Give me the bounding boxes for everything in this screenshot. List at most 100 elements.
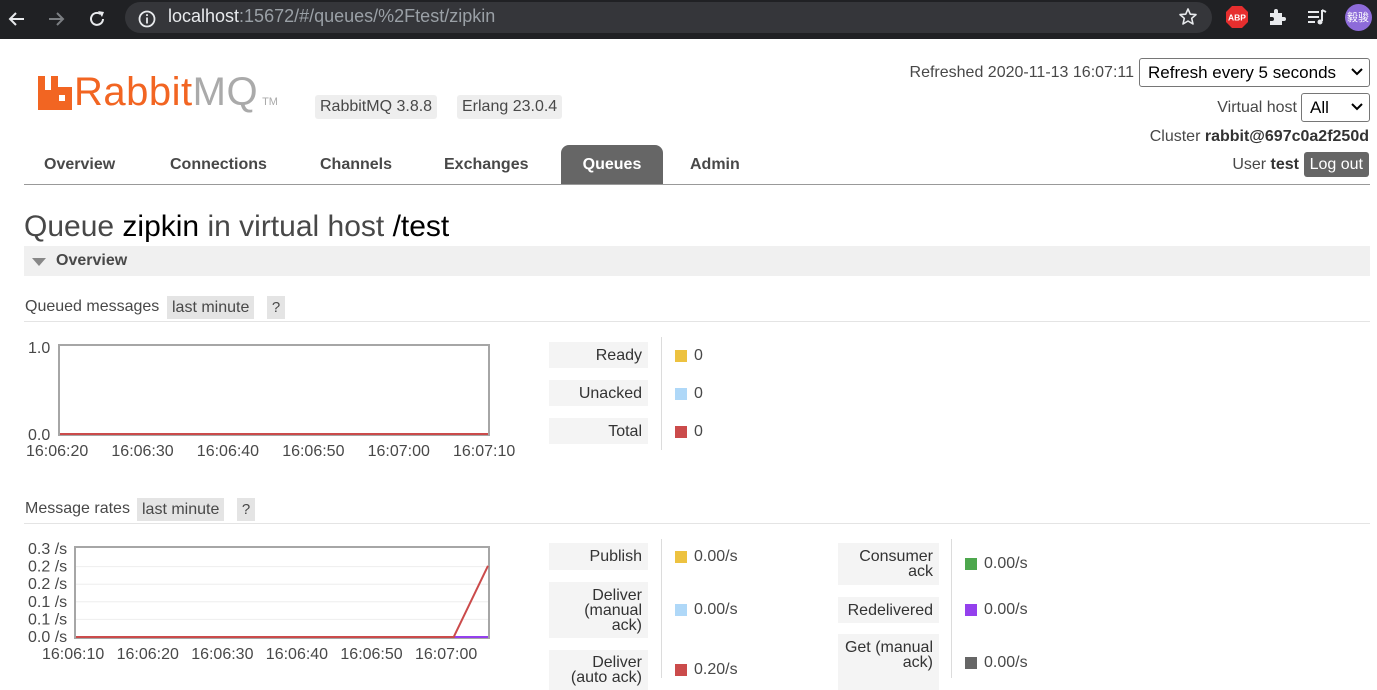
chevron-down-icon [1351,103,1363,111]
title-middle: in virtual host [207,210,385,243]
x-tick-label: 16:06:20 [117,646,179,663]
extensions-puzzle-icon[interactable] [1265,5,1289,29]
x-tick-label: 16:07:00 [415,646,477,663]
rates-range-button[interactable]: last minute [137,498,225,521]
stat-unacked-label: Unacked [549,380,648,406]
refreshed-timestamp: Refreshed 2020-11-13 16:07:11 [909,64,1134,81]
deliver-manual-swatch [675,604,687,616]
tab-channels[interactable]: Channels [300,145,412,184]
y-tick-label: 0.0 [28,427,50,444]
url-host: localhost [168,6,240,26]
main-tabs: Overview Connections Channels Exchanges … [24,145,1370,185]
x-tick-label: 16:06:50 [282,443,344,460]
divider [661,337,662,450]
tab-connections[interactable]: Connections [150,145,287,184]
bookmark-star-icon[interactable] [1176,5,1200,29]
vhost-name: /test [392,210,450,243]
x-tick-label: 16:06:10 [42,646,104,663]
total-swatch [675,426,687,438]
x-tick-label: 16:07:10 [453,443,515,460]
stat-deliver-manual-value: 0.00/s [694,601,738,618]
collapse-triangle-icon [32,258,46,266]
browser-toolbar: localhost:15672/#/queues/%2Ftest/zipkin … [0,0,1377,39]
address-text[interactable]: localhost:15672/#/queues/%2Ftest/zipkin [168,6,495,27]
media-control-icon[interactable] [1305,5,1329,29]
x-tick-label: 16:06:50 [340,646,402,663]
rabbitmq-logo[interactable]: Rabbit MQ TM [38,72,278,112]
y-tick-label: 0.3 /s [28,541,67,558]
rates-help-button[interactable]: ? [237,498,255,521]
deliver-auto-swatch [675,664,687,676]
profile-initials: 毅骏 [1344,3,1372,31]
tab-overview[interactable]: Overview [24,145,135,184]
queue-name: zipkin [122,210,200,243]
stat-total-value: 0 [694,423,703,440]
stat-total-label: Total [549,418,648,444]
stat-consumer-ack-label: Consumer ack [838,543,939,585]
x-tick-label: 16:06:30 [111,443,173,460]
publish-swatch [675,551,687,563]
stat-deliver-manual-label: Deliver (manual ack) [549,582,648,638]
stat-redelivered-value: 0.00/s [984,601,1028,618]
cluster-name: rabbit@697c0a2f250d [1204,128,1369,145]
stat-deliver-auto-label: Deliver (auto ack) [549,650,648,690]
consumer-ack-swatch [965,558,977,570]
y-tick-label: 1.0 [28,340,50,357]
message-rates-title: Message rates [25,500,130,517]
site-info-icon[interactable] [132,4,162,34]
adblock-label: ABP [1228,13,1246,23]
y-tick-label: 0.1 /s [28,611,67,628]
y-tick-label: 0.2 /s [28,576,67,593]
ready-swatch [675,350,687,362]
reload-icon[interactable] [82,4,112,34]
stat-publish-value: 0.00/s [694,548,738,565]
plot-area [58,344,490,436]
back-icon[interactable] [2,4,32,34]
profile-avatar[interactable]: 毅骏 [1344,3,1372,31]
queued-messages-header: Queued messages last minute ? [24,296,1370,322]
rabbit-logo-icon [38,76,72,110]
tab-admin[interactable]: Admin [670,145,760,184]
x-tick-label: 16:07:00 [368,443,430,460]
unacked-swatch [675,388,687,400]
adblock-icon[interactable]: ABP [1225,5,1249,29]
stat-ready-value: 0 [694,347,703,364]
x-tick-label: 16:06:40 [197,443,259,460]
y-tick-label: 0.0 /s [28,629,67,646]
chevron-down-icon [1351,68,1363,76]
url-path: :15672/#/queues/%2Ftest/zipkin [239,6,496,26]
stat-redelivered-label: Redelivered [838,597,939,623]
forward-icon[interactable] [41,4,71,34]
erlang-badge: Erlang 23.0.4 [457,95,563,119]
logo-tm: TM [262,96,278,108]
stat-get-manual-label: Get (manual ack) [838,634,939,690]
title-prefix: Queue [24,210,115,243]
message-rates-header: Message rates last minute ? [24,498,1370,524]
stat-ready-label: Ready [549,342,648,368]
y-tick-label: 0.1 /s [28,594,67,611]
queued-messages-chart: 1.0 0.0 16:06:20 16:06:30 16:06:40 16:06:50… [26,340,515,460]
vhost-select[interactable]: All [1301,93,1370,122]
divider [661,539,662,678]
stat-get-manual-value: 0.00/s [984,654,1028,671]
redelivered-swatch [965,604,977,616]
overview-section-header[interactable]: Overview [24,246,1370,276]
x-tick-label: 16:06:40 [266,646,328,663]
section-title: Overview [56,252,128,269]
x-tick-label: 16:06:20 [26,443,88,460]
cluster-info: Cluster rabbit@697c0a2f250d [1150,128,1369,146]
logo-rabbit-text: Rabbit [74,70,193,114]
stat-publish-label: Publish [549,543,648,570]
queued-range-button[interactable]: last minute [167,296,255,319]
tab-queues[interactable]: Queues [561,145,663,184]
refresh-interval-select[interactable]: Refresh every 5 seconds [1139,58,1370,87]
queued-help-button[interactable]: ? [267,296,285,319]
plot-area [74,546,490,639]
stat-unacked-value: 0 [694,385,703,402]
version-badge: RabbitMQ 3.8.8 [315,95,438,119]
message-rates-chart: 0.3 /s0.2 /s0.2 /s0.1 /s0.1 /s0.0 /s 16:… [28,541,490,663]
divider [951,539,952,678]
page-title: Queue zipkin in virtual host /test [24,210,449,244]
logo-mq-text: MQ [192,70,259,114]
tab-exchanges[interactable]: Exchanges [424,145,548,184]
